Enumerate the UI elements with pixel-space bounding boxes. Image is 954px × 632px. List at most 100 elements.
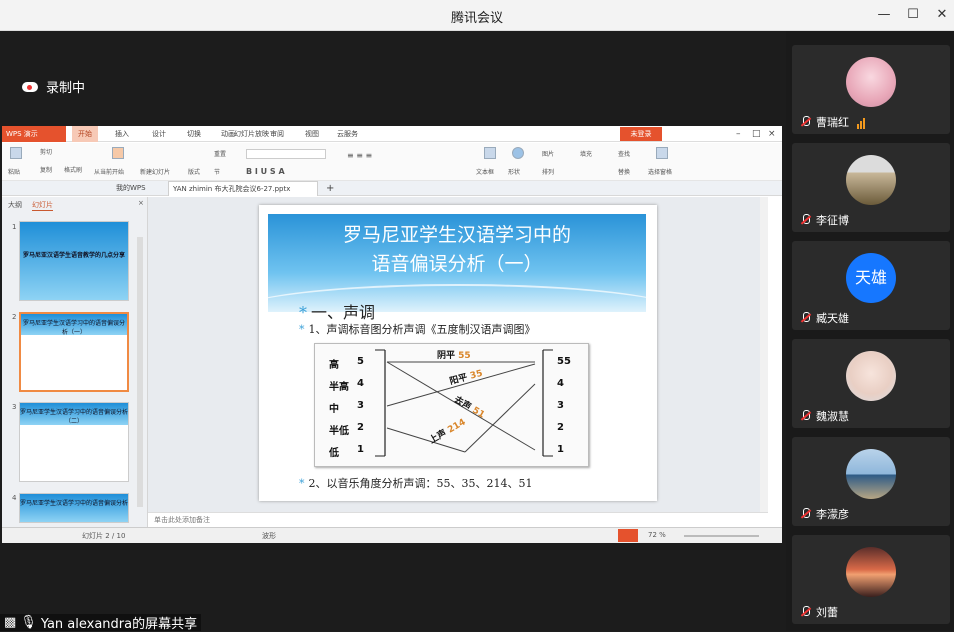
mic-icon: 🎙	[20, 615, 37, 630]
participant-card[interactable]: 曹瑞红	[792, 45, 950, 134]
avatar	[846, 57, 896, 107]
shape-button[interactable]: 形状	[508, 167, 520, 176]
slide-thumbnail-3[interactable]: 罗马尼亚学生汉语学习中的语音偏误分析（二）	[19, 402, 129, 482]
format-painter-button[interactable]: 格式刷	[64, 165, 82, 174]
zoom-slider[interactable]	[684, 535, 759, 537]
participant-name-row: 臧天雄	[800, 310, 849, 326]
wps-restore-icon[interactable]: □	[752, 126, 761, 142]
participant-name: 臧天雄	[816, 312, 849, 325]
menu-cloud[interactable]: 云服务	[337, 126, 358, 142]
recording-indicator: 录制中	[22, 77, 85, 96]
menu-transition[interactable]: 切换	[187, 126, 201, 142]
zoom-level: 72 %	[648, 531, 666, 539]
new-slide-button[interactable]: 新建幻灯片	[140, 167, 170, 176]
thumb-title: 罗马尼亚学生汉语学习中的语音偏误分析（二）	[20, 403, 128, 425]
copy-button[interactable]: 复制	[40, 165, 52, 174]
level-right: 3	[557, 400, 564, 411]
participant-card[interactable]: 刘蕾	[792, 535, 950, 624]
wps-minimize-icon[interactable]: –	[736, 126, 741, 142]
shape-icon[interactable]	[512, 147, 524, 159]
wps-statusbar: 幻灯片 2 / 10 波形 72 %	[2, 527, 782, 543]
play-slideshow-button[interactable]	[618, 529, 638, 542]
mic-muted-icon	[800, 606, 812, 618]
wps-close-icon[interactable]: ×	[768, 126, 776, 142]
thumb-number: 4	[12, 494, 17, 502]
slide-title-line1: 罗马尼亚学生汉语学习中的	[342, 224, 571, 246]
slide-thumbnail-1[interactable]: 罗马尼亚汉语学生语音教学的几点分享	[19, 221, 129, 301]
minimize-icon[interactable]: —	[875, 6, 893, 24]
slide-counter: 幻灯片 2 / 10	[82, 532, 126, 540]
textbox-button[interactable]: 文本框	[476, 167, 494, 176]
slide-canvas: 罗马尼亚学生汉语学习中的 语音偏误分析（一） * 一、声调 * 1、声调标音图分析声…	[148, 197, 768, 527]
level-name: 高	[329, 360, 339, 371]
menu-review[interactable]: 审阅	[270, 126, 284, 142]
tab-current-doc[interactable]: YAN zhimin 布大孔院会议6-27.pptx	[168, 181, 318, 196]
paste-icon[interactable]	[10, 147, 22, 159]
slide-title-line2: 语音偏误分析（一）	[371, 253, 543, 275]
tab-slides[interactable]: 幻灯片	[32, 200, 53, 211]
picture-button[interactable]: 图片	[542, 149, 554, 158]
new-tab-icon[interactable]: +	[322, 181, 338, 196]
participant-name-row: 魏淑慧	[800, 408, 849, 424]
font-style-buttons[interactable]: B I U S A	[246, 167, 285, 176]
level-num: 1	[357, 444, 364, 455]
mic-muted-icon	[800, 312, 812, 324]
pane-close-icon[interactable]: ×	[138, 199, 144, 207]
close-icon[interactable]: ✕	[933, 6, 951, 24]
menu-start[interactable]: 开始	[72, 126, 98, 142]
selection-pane-icon[interactable]	[656, 147, 668, 159]
tab-outline[interactable]: 大纲	[8, 200, 22, 210]
avatar	[846, 449, 896, 499]
textbox-icon[interactable]	[484, 147, 496, 159]
thumb-number: 3	[12, 403, 17, 411]
participant-name: 李征博	[816, 214, 849, 227]
participant-list: 曹瑞红 李征博 天雄 臧天雄 魏淑慧 李濛彦 刘蕾	[786, 31, 954, 631]
maximize-icon[interactable]: ☐	[904, 6, 922, 24]
signal-icon	[857, 116, 866, 129]
screen-share-banner[interactable]: ▩ 🎙 Yan alexandra的屏幕共享	[0, 614, 202, 632]
avatar	[846, 547, 896, 597]
notes-field[interactable]: 单击此处添加备注	[148, 512, 768, 527]
layout-button[interactable]: 版式	[188, 167, 200, 176]
window-titlebar: 腾讯会议 — ☐ ✕	[0, 0, 954, 31]
slide[interactable]: 罗马尼亚学生汉语学习中的 语音偏误分析（一） * 一、声调 * 1、声调标音图分析声…	[259, 205, 657, 501]
menu-animation[interactable]: 动画	[221, 126, 235, 142]
thumb-number: 1	[12, 223, 17, 231]
participant-card[interactable]: 李濛彦	[792, 437, 950, 526]
menu-design[interactable]: 设计	[152, 126, 166, 142]
thumb-scrollbar[interactable]	[137, 237, 143, 507]
level-name: 中	[329, 404, 339, 415]
participant-card[interactable]: 天雄 臧天雄	[792, 241, 950, 330]
tab-my-wps[interactable]: 我的WPS	[112, 181, 150, 196]
tone-value: 55	[458, 351, 471, 361]
cut-button[interactable]: 剪切	[40, 147, 52, 156]
arrange-button[interactable]: 排列	[542, 167, 554, 176]
tone-label: 阴平 55	[437, 348, 471, 361]
fill-button[interactable]: 填充	[580, 149, 592, 158]
participant-card[interactable]: 李征博	[792, 143, 950, 232]
selection-pane-button[interactable]: 选择窗格	[648, 167, 672, 176]
canvas-scrollbar[interactable]	[760, 197, 768, 527]
menu-slideshow[interactable]: 幻灯片放映	[234, 126, 269, 142]
wps-logo-button[interactable]: WPS 演示	[2, 126, 66, 142]
bullet-1: * 1、声调标音图分析声调《五度制汉语声调图》	[299, 323, 536, 336]
participant-card[interactable]: 魏淑慧	[792, 339, 950, 428]
login-button[interactable]: 未登录	[620, 127, 662, 141]
play-from-current-button[interactable]: 从当前开始	[94, 167, 124, 176]
paste-button[interactable]: 粘贴	[8, 167, 20, 176]
level-right: 1	[557, 444, 564, 455]
find-button[interactable]: 查找	[618, 149, 630, 158]
section-button[interactable]: 节	[214, 167, 220, 176]
menu-insert[interactable]: 插入	[115, 126, 129, 142]
paragraph-align-icon[interactable]: ≡ ≡ ≡	[347, 151, 372, 160]
bullet-2-text: 2、以音乐角度分析声调：55、35、214、51	[308, 477, 533, 490]
tone-name: 阴平	[437, 351, 456, 361]
slide-thumbnail-2[interactable]: 罗马尼亚学生汉语学习中的语音偏误分析（一）	[19, 312, 129, 392]
reset-button[interactable]: 重置	[214, 149, 226, 158]
play-from-current-icon[interactable]	[112, 147, 124, 159]
font-select[interactable]	[246, 149, 326, 159]
menu-view[interactable]: 视图	[305, 126, 319, 142]
replace-button[interactable]: 替换	[618, 167, 630, 176]
window-title: 腾讯会议	[450, 11, 503, 26]
slide-thumbnail-4[interactable]: 罗马尼亚学生汉语学习中的语音偏误分析	[19, 493, 129, 523]
